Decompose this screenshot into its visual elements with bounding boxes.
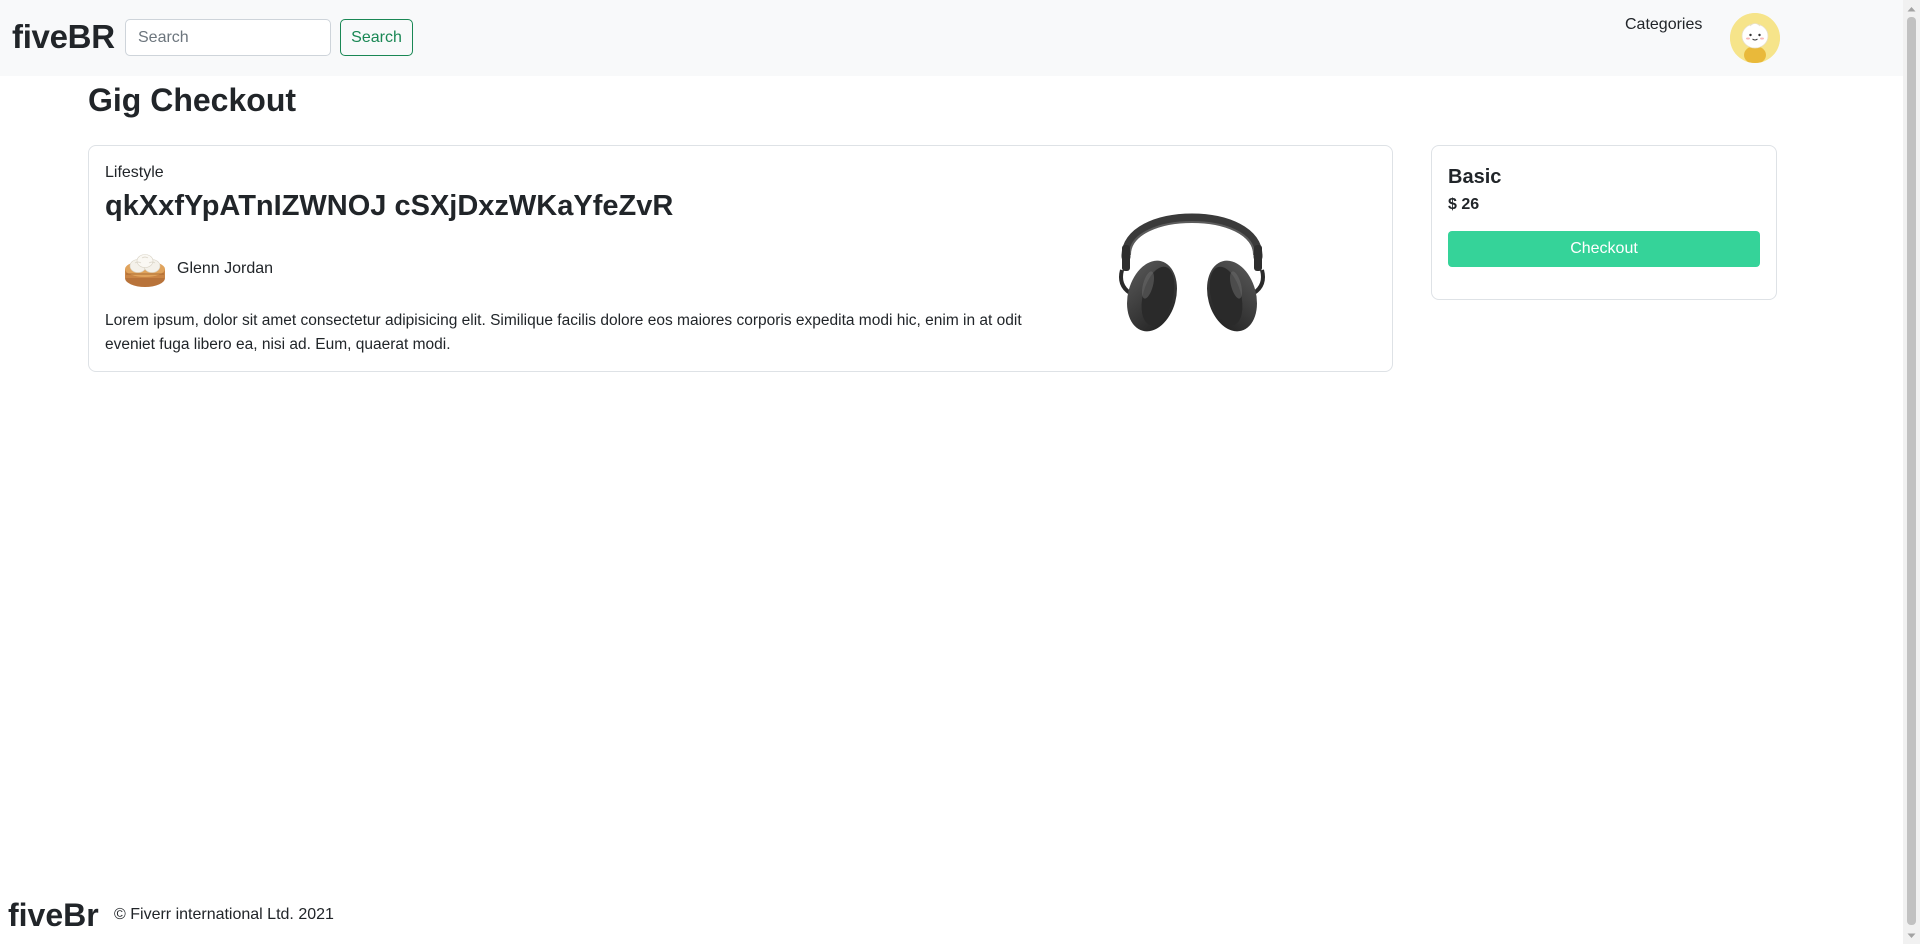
scroll-down-arrow-icon[interactable] [1903, 927, 1920, 944]
footer-copyright: © Fiverr international Ltd. 2021 [114, 906, 334, 923]
nav-categories-link[interactable]: Categories [1625, 16, 1702, 34]
seller-info: Glenn Jordan [123, 247, 273, 291]
navbar: fiveBR Search Categories [0, 0, 1903, 76]
search-button[interactable]: Search [340, 19, 413, 56]
search-input[interactable] [125, 19, 331, 56]
gig-title: qkXxfYpATnIZWNOJ cSXjDxzWKaYfeZvR [105, 190, 674, 222]
scrollbar-thumb[interactable] [1907, 17, 1916, 925]
gig-category: Lifestyle [105, 164, 164, 181]
seller-name[interactable]: Glenn Jordan [177, 260, 273, 278]
headphones-icon [1112, 175, 1272, 335]
package-card: Basic $ 26 Checkout [1431, 145, 1777, 300]
checkout-button[interactable]: Checkout [1448, 231, 1760, 267]
page-title: Gig Checkout [88, 82, 297, 118]
scroll-up-arrow-icon[interactable] [1903, 0, 1920, 17]
vertical-scrollbar[interactable] [1903, 0, 1920, 944]
page: fiveBR Search Categories Gig Checkout Li… [0, 0, 1903, 944]
user-avatar-icon[interactable] [1730, 13, 1780, 63]
footer-brand: fiveBr [8, 897, 99, 933]
package-price: $ 26 [1448, 196, 1480, 213]
package-name: Basic [1448, 166, 1502, 188]
gig-description: Lorem ipsum, dolor sit amet consectetur … [105, 312, 1022, 353]
gig-card: Lifestyle qkXxfYpATnIZWNOJ cSXjDxzWKaYfe… [88, 145, 1393, 372]
dumplings-icon [123, 247, 167, 291]
brand-logo[interactable]: fiveBR [12, 18, 115, 56]
